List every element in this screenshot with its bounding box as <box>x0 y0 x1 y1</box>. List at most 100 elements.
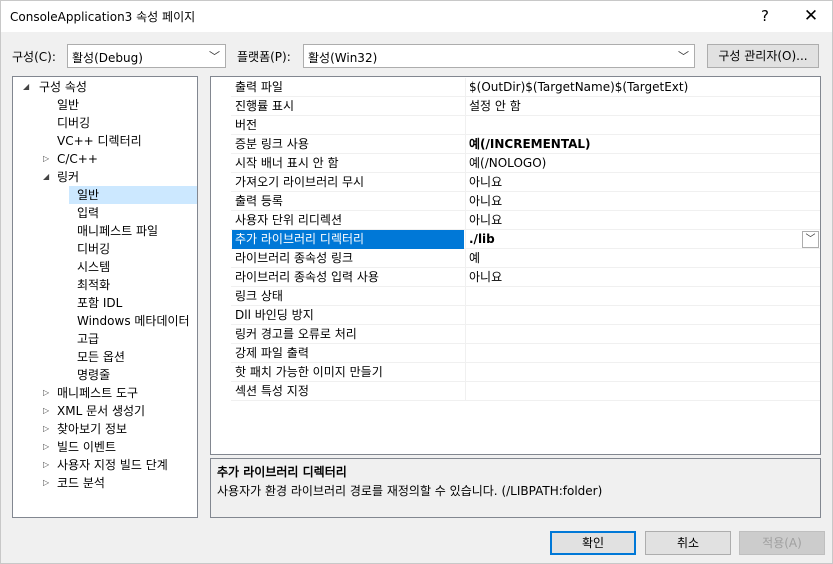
property-row[interactable]: 시작 배너 표시 안 함 예(/NOLOGO) <box>211 154 820 173</box>
tree-item[interactable]: 최적화 <box>13 276 197 294</box>
property-row[interactable]: 강제 파일 출력 <box>211 344 820 363</box>
collapsed-triangle-icon[interactable]: ▷ <box>43 420 49 438</box>
tree-item[interactable]: ▷ 코드 분석 <box>13 474 197 492</box>
property-name: 출력 파일 <box>235 80 283 94</box>
tree-item[interactable]: ▷ 찾아보기 정보 <box>13 420 197 438</box>
property-value[interactable] <box>465 306 820 325</box>
property-value[interactable]: 아니요 <box>465 192 820 211</box>
apply-button[interactable]: 적용(A) <box>739 531 825 555</box>
property-value[interactable] <box>465 325 820 344</box>
property-value[interactable] <box>465 363 820 382</box>
property-row[interactable]: 사용자 단위 리디렉션 아니요 <box>211 211 820 230</box>
collapsed-triangle-icon[interactable]: ▷ <box>43 402 49 420</box>
tree-item-label: 디버깅 <box>57 116 91 130</box>
property-row[interactable]: 진행률 표시 설정 안 함 <box>211 97 820 116</box>
tree-item-label: XML 문서 생성기 <box>57 404 146 418</box>
tree-item[interactable]: ▷ C/C++ <box>13 150 197 168</box>
tree-item[interactable]: ▷ 빌드 이벤트 <box>13 438 197 456</box>
tree-item-label: 모든 옵션 <box>77 350 125 364</box>
tree-item[interactable]: ▷ XML 문서 생성기 <box>13 402 197 420</box>
property-value[interactable]: 예 <box>465 249 820 268</box>
property-row[interactable]: 섹션 특성 지정 <box>211 382 820 401</box>
property-row[interactable]: 라이브러리 종속성 입력 사용 아니요 <box>211 268 820 287</box>
tree-item[interactable]: 일반 <box>13 96 197 114</box>
property-row[interactable]: 가져오기 라이브러리 무시 아니요 <box>211 173 820 192</box>
property-row[interactable]: 링크 상태 <box>211 287 820 306</box>
tree-item[interactable]: Windows 메타데이터 <box>13 312 197 330</box>
property-value[interactable]: 아니요 <box>465 268 820 287</box>
tree-item-selected[interactable]: 일반 <box>69 186 197 204</box>
tree-item[interactable]: ▷ 매니페스트 도구 <box>13 384 197 402</box>
property-value[interactable]: ./lib <box>465 230 820 249</box>
property-row[interactable]: Dll 바인딩 방지 <box>211 306 820 325</box>
property-value[interactable]: 예(/NOLOGO) <box>465 154 820 173</box>
property-name: 링크 상태 <box>235 289 283 303</box>
config-label: 구성(C): <box>12 50 56 64</box>
property-row[interactable]: 출력 등록 아니요 <box>211 192 820 211</box>
description-title: 추가 라이브러리 디렉터리 <box>217 465 347 479</box>
property-value[interactable] <box>465 116 820 135</box>
property-row[interactable]: 라이브러리 종속성 링크 예 <box>211 249 820 268</box>
config-manager-button[interactable]: 구성 관리자(O)... <box>707 44 819 68</box>
property-value[interactable]: 아니요 <box>465 173 820 192</box>
tree-item[interactable]: 고급 <box>13 330 197 348</box>
tree-item[interactable]: 모든 옵션 <box>13 348 197 366</box>
platform-value: 활성(Win32) <box>308 51 378 65</box>
tree-item[interactable]: 명령줄 <box>13 366 197 384</box>
property-name: 추가 라이브러리 디렉터리 <box>232 230 464 249</box>
tree-item-label: 빌드 이벤트 <box>57 440 117 454</box>
property-row[interactable]: 버전 <box>211 116 820 135</box>
expanded-triangle-icon[interactable]: ◢ <box>43 168 49 186</box>
collapsed-triangle-icon[interactable]: ▷ <box>43 384 49 402</box>
property-row[interactable]: 증분 링크 사용 예(/INCREMENTAL) <box>211 135 820 154</box>
platform-combo[interactable]: 활성(Win32) ﹀ <box>303 44 695 68</box>
chevron-down-icon[interactable]: ﹀ <box>802 231 819 248</box>
property-value[interactable] <box>465 344 820 363</box>
close-button[interactable]: ✕ <box>788 1 833 32</box>
cancel-button[interactable]: 취소 <box>645 531 731 555</box>
tree-item-label: 매니페스트 도구 <box>57 386 139 400</box>
tree-item[interactable]: 디버깅 <box>13 240 197 258</box>
property-name: 강제 파일 출력 <box>235 346 309 360</box>
category-tree[interactable]: ◢ 구성 속성 일반 디버깅 VC++ 디렉터리 ▷ C/C++ ◢ 링커 일반… <box>12 76 198 518</box>
property-value[interactable]: $(OutDir)$(TargetName)$(TargetExt) <box>465 78 820 97</box>
expanded-triangle-icon[interactable]: ◢ <box>23 78 29 96</box>
tree-item[interactable]: 포함 IDL <box>13 294 197 312</box>
property-value[interactable]: 아니요 <box>465 211 820 230</box>
property-row[interactable]: 출력 파일 $(OutDir)$(TargetName)$(TargetExt) <box>211 78 820 97</box>
tree-item-label: 고급 <box>77 332 100 346</box>
tree-item-label: VC++ 디렉터리 <box>57 134 142 148</box>
config-combo[interactable]: 활성(Debug) ﹀ <box>67 44 226 68</box>
help-button[interactable]: ? <box>742 1 788 32</box>
property-grid: 출력 파일 $(OutDir)$(TargetName)$(TargetExt)… <box>210 76 821 455</box>
chevron-down-icon: ﹀ <box>209 50 220 63</box>
config-value: 활성(Debug) <box>72 51 143 65</box>
property-value[interactable]: 예(/INCREMENTAL) <box>465 135 820 154</box>
property-value[interactable]: 설정 안 함 <box>465 97 820 116</box>
tree-item-label: 최적화 <box>77 278 111 292</box>
window-title: ConsoleApplication3 속성 페이지 <box>10 10 196 24</box>
tree-item[interactable]: 매니페스트 파일 <box>13 222 197 240</box>
property-value[interactable] <box>465 287 820 306</box>
tree-item-label: 명령줄 <box>77 368 111 382</box>
tree-item-label: 포함 IDL <box>77 296 123 310</box>
property-row[interactable]: 핫 패치 가능한 이미지 만들기 <box>211 363 820 382</box>
tree-item[interactable]: ▷ 사용자 지정 빌드 단계 <box>13 456 197 474</box>
tree-item[interactable]: 디버깅 <box>13 114 197 132</box>
tree-item[interactable]: 시스템 <box>13 258 197 276</box>
property-value[interactable] <box>465 382 820 401</box>
tree-item[interactable]: 입력 <box>13 204 197 222</box>
property-row[interactable]: 링커 경고를 오류로 처리 <box>211 325 820 344</box>
tree-item[interactable]: VC++ 디렉터리 <box>13 132 197 150</box>
collapsed-triangle-icon[interactable]: ▷ <box>43 150 49 168</box>
tree-item-label: C/C++ <box>57 152 98 166</box>
description-panel: 추가 라이브러리 디렉터리 사용자가 환경 라이브러리 경로를 재정의할 수 있… <box>210 458 821 518</box>
collapsed-triangle-icon[interactable]: ▷ <box>43 474 49 492</box>
ok-button[interactable]: 확인 <box>550 531 636 555</box>
property-row-selected[interactable]: 추가 라이브러리 디렉터리 ./lib ﹀ <box>211 230 820 249</box>
property-name: 섹션 특성 지정 <box>235 384 309 398</box>
tree-item[interactable]: ◢ 링커 <box>13 168 197 186</box>
tree-item[interactable]: ◢ 구성 속성 <box>13 78 197 96</box>
collapsed-triangle-icon[interactable]: ▷ <box>43 438 49 456</box>
collapsed-triangle-icon[interactable]: ▷ <box>43 456 49 474</box>
